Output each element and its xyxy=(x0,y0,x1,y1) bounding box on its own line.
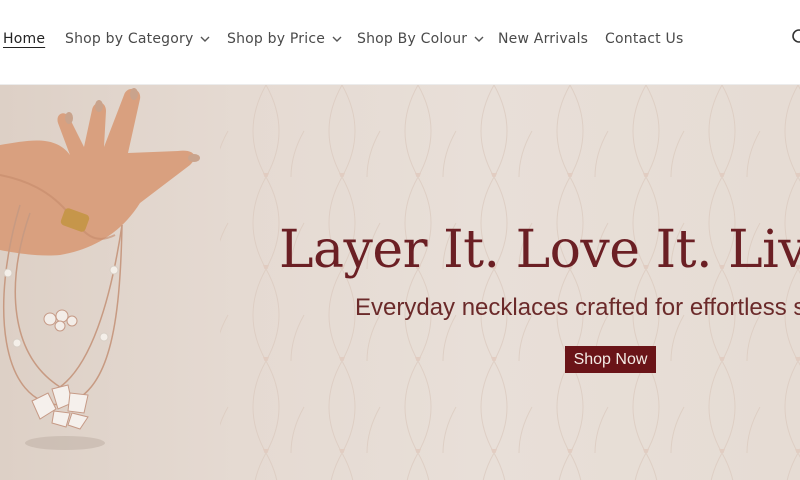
nav-shop-by-colour[interactable]: Shop By Colour xyxy=(357,29,485,49)
nav-home-label: Home xyxy=(3,31,46,47)
hero-banner: Layer It. Love It. Live Everyday necklac… xyxy=(0,85,800,480)
search-icon[interactable] xyxy=(791,28,800,46)
hero-title: Layer It. Love It. Live xyxy=(279,220,800,280)
site-header: Home Shop by Category Shop by Price Shop… xyxy=(0,0,800,85)
nav-contact-us[interactable]: Contact Us xyxy=(605,29,683,49)
nav-shop-by-category-label: Shop by Category xyxy=(65,31,194,47)
hero-subtitle: Everyday necklaces crafted for effortles… xyxy=(355,294,800,321)
chevron-down-icon xyxy=(200,36,210,42)
nav-shop-by-price[interactable]: Shop by Price xyxy=(227,29,343,49)
hand-with-necklace-image xyxy=(0,88,200,450)
nav-shop-by-price-label: Shop by Price xyxy=(227,31,326,47)
nav-contact-us-label: Contact Us xyxy=(605,31,684,47)
nav-new-arrivals[interactable]: New Arrivals xyxy=(498,29,588,49)
chevron-down-icon xyxy=(474,36,484,42)
nav-shop-by-colour-label: Shop By Colour xyxy=(357,31,468,47)
nav-shop-by-category[interactable]: Shop by Category xyxy=(65,29,211,49)
chevron-down-icon xyxy=(332,36,342,42)
nav-home[interactable]: Home xyxy=(3,29,45,49)
nav-new-arrivals-label: New Arrivals xyxy=(498,31,589,47)
shop-now-button[interactable]: Shop Now xyxy=(565,346,656,373)
